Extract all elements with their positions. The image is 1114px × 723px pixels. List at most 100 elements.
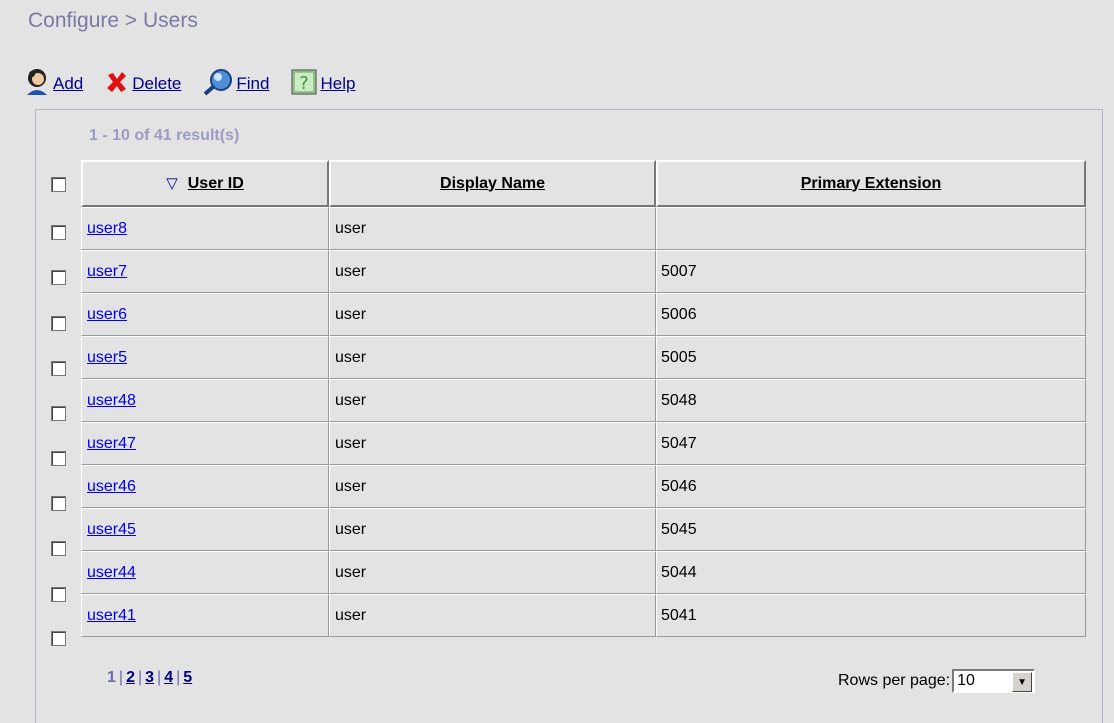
page-link-3[interactable]: 3	[145, 669, 154, 686]
row-checkbox[interactable]	[51, 541, 66, 556]
table-row: user6 user 5006	[81, 293, 1086, 336]
user-id-cell: user48	[81, 379, 329, 422]
pagination: 1 | 2 | 3 | 4 | 5	[107, 669, 192, 687]
row-checkbox[interactable]	[51, 451, 66, 466]
red-x-icon	[105, 70, 129, 99]
page-title: Configure > Users	[28, 9, 198, 32]
table-row: user44 user 5044	[81, 551, 1086, 594]
user-id-cell: user8	[81, 207, 329, 250]
page-separator: |	[118, 669, 124, 686]
display-name-cell: user	[329, 465, 656, 508]
user-link[interactable]: user5	[87, 349, 127, 366]
page-separator: |	[176, 669, 181, 686]
row-checkbox[interactable]	[51, 631, 66, 646]
table-row: user48 user 5048	[81, 379, 1086, 422]
rows-per-page: Rows per page: 10 ▼	[838, 669, 1036, 693]
display-name-cell: user	[329, 508, 656, 551]
user-link[interactable]: user47	[87, 435, 136, 452]
display-name-cell: user	[329, 250, 656, 293]
extension-cell: 5005	[656, 336, 1086, 379]
row-checkbox[interactable]	[51, 587, 66, 602]
table-row: user5 user 5005	[81, 336, 1086, 379]
results-count: 1 - 10 of 41 result(s)	[89, 127, 240, 144]
row-checkbox[interactable]	[51, 496, 66, 511]
rows-per-page-select[interactable]: 10 ▼	[952, 669, 1036, 693]
page-link-1: 1	[107, 669, 116, 686]
sort-down-triangle-icon: ▽	[166, 175, 178, 192]
page-separator: |	[157, 669, 162, 686]
extension-cell: 5045	[656, 508, 1086, 551]
display-name-cell: user	[329, 336, 656, 379]
display-name-cell: user	[329, 379, 656, 422]
svg-text:?: ?	[300, 73, 310, 94]
user-link[interactable]: user7	[87, 263, 127, 280]
help-label: Help	[320, 74, 356, 93]
user-id-cell: user46	[81, 465, 329, 508]
user-id-cell: user6	[81, 293, 329, 336]
extension-cell: 5007	[656, 250, 1086, 293]
delete-button[interactable]: Delete	[105, 70, 181, 99]
select-all-checkbox[interactable]	[51, 177, 66, 192]
column-header-display-name[interactable]: Display Name	[329, 160, 656, 207]
page-link-4[interactable]: 4	[164, 669, 173, 686]
user-id-cell: user44	[81, 551, 329, 594]
user-link[interactable]: user48	[87, 392, 136, 409]
table-row: user47 user 5047	[81, 422, 1086, 465]
user-link[interactable]: user46	[87, 478, 136, 495]
row-checkbox[interactable]	[51, 361, 66, 376]
column-header-primary-extension[interactable]: Primary Extension	[656, 160, 1086, 207]
user-link[interactable]: user44	[87, 564, 136, 581]
toolbar: Add Delete Find ? Help	[24, 68, 377, 100]
extension-cell: 5006	[656, 293, 1086, 336]
page-separator: |	[137, 669, 143, 686]
display-name-cell: user	[329, 551, 656, 594]
user-id-cell: user7	[81, 250, 329, 293]
extension-cell: 5041	[656, 594, 1086, 637]
table-row: user8 user	[81, 207, 1086, 250]
row-checkbox[interactable]	[51, 225, 66, 240]
user-id-cell: user5	[81, 336, 329, 379]
display-name-header-label: Display Name	[440, 174, 545, 192]
find-button[interactable]: Find	[203, 68, 269, 101]
extension-cell: 5046	[656, 465, 1086, 508]
rows-per-page-value: 10	[957, 672, 975, 689]
display-name-cell: user	[329, 594, 656, 637]
extension-cell: 5047	[656, 422, 1086, 465]
user-add-icon	[24, 67, 50, 102]
magnifier-icon	[203, 68, 233, 101]
add-button[interactable]: Add	[24, 67, 83, 102]
table-row: user41 user 5041	[81, 594, 1086, 637]
add-label: Add	[53, 74, 84, 93]
extension-cell: 5048	[656, 379, 1086, 422]
user-id-cell: user47	[81, 422, 329, 465]
primary-extension-header-label: Primary Extension	[800, 174, 942, 192]
extension-cell	[656, 207, 1086, 250]
extension-cell: 5044	[656, 551, 1086, 594]
users-table: ▽ User ID Display Name Primary Extension …	[81, 160, 1086, 637]
display-name-cell: user	[329, 422, 656, 465]
table-row: user45 user 5045	[81, 508, 1086, 551]
page-link-2[interactable]: 2	[126, 669, 135, 686]
row-checkbox[interactable]	[51, 270, 66, 285]
row-checkbox[interactable]	[51, 316, 66, 331]
user-link[interactable]: user45	[87, 521, 136, 538]
table-row: user7 user 5007	[81, 250, 1086, 293]
user-id-cell: user45	[81, 508, 329, 551]
display-name-cell: user	[329, 293, 656, 336]
table-header-row: ▽ User ID Display Name Primary Extension	[81, 160, 1086, 207]
table-row: user46 user 5046	[81, 465, 1086, 508]
chevron-down-icon[interactable]: ▼	[1012, 672, 1033, 692]
rows-per-page-label: Rows per page:	[838, 672, 951, 689]
question-icon: ?	[291, 69, 317, 100]
column-header-user-id[interactable]: ▽ User ID	[81, 160, 329, 207]
delete-label: Delete	[132, 74, 182, 93]
user-link[interactable]: user6	[87, 306, 127, 323]
user-link[interactable]: user8	[87, 220, 127, 237]
row-checkbox[interactable]	[51, 406, 66, 421]
user-link[interactable]: user41	[87, 607, 136, 624]
find-label: Find	[236, 74, 270, 93]
page-link-5[interactable]: 5	[183, 669, 192, 686]
user-id-cell: user41	[81, 594, 329, 637]
help-button[interactable]: ? Help	[291, 69, 355, 100]
user-id-header-label: User ID	[187, 175, 244, 192]
